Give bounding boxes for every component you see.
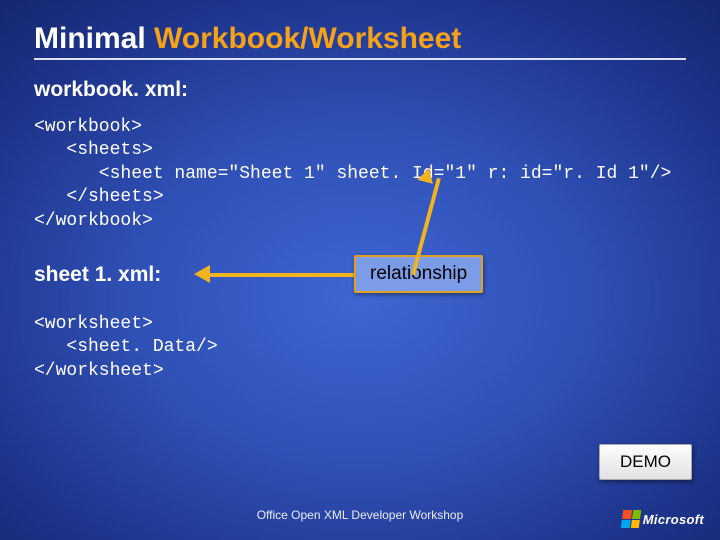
arrow-area: relationship [194, 253, 686, 297]
footer-text: Office Open XML Developer Workshop [0, 508, 720, 522]
subheading-workbook-xml: workbook. xml: [34, 78, 686, 102]
title-accent: Workbook/Worksheet [154, 22, 461, 55]
code-block-workbook: <workbook> <sheets> <sheet name="Sheet 1… [34, 116, 686, 233]
title-underline [34, 58, 686, 60]
relationship-label: relationship [370, 263, 467, 284]
code-block-worksheet: <worksheet> <sheet. Data/> </worksheet> [34, 313, 686, 383]
microsoft-logo: Microsoft [622, 510, 704, 528]
microsoft-logo-text: Microsoft [643, 512, 704, 527]
relationship-row: sheet 1. xml: relationship [34, 253, 686, 297]
microsoft-flag-icon [621, 510, 642, 528]
arrow-left-line [206, 273, 354, 277]
demo-badge: DEMO [599, 444, 692, 480]
subheading-sheet1-xml: sheet 1. xml: [34, 263, 194, 287]
arrow-left-head-icon [194, 265, 210, 283]
title-prefix: Minimal [34, 22, 154, 55]
slide: Minimal Workbook/Worksheet workbook. xml… [0, 0, 720, 540]
slide-title: Minimal Workbook/Worksheet [34, 22, 686, 56]
demo-label: DEMO [620, 452, 671, 471]
